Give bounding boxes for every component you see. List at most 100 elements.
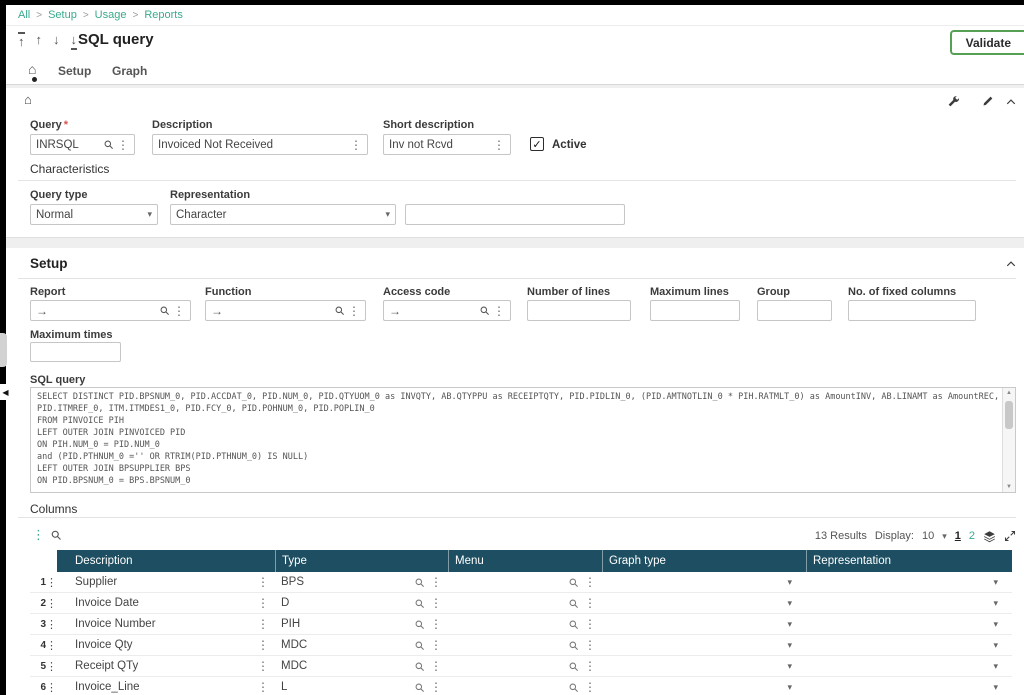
display-value[interactable]: 10 <box>922 530 934 542</box>
description-cell[interactable]: Invoice Qty <box>75 639 133 651</box>
header-description[interactable]: Description <box>57 550 275 572</box>
active-checkbox[interactable]: ✓ <box>530 137 544 151</box>
cell-menu-icon[interactable]: ⋮ <box>430 597 442 609</box>
cell-menu-icon[interactable]: ⋮ <box>584 597 596 609</box>
cell-menu-icon[interactable]: ⋮ <box>430 639 442 651</box>
edit-pencil-icon[interactable] <box>982 95 994 107</box>
layers-icon[interactable] <box>983 530 996 543</box>
expand-table-icon[interactable] <box>1004 530 1016 542</box>
short-description-menu-icon[interactable]: ⋮ <box>493 139 505 151</box>
cell-menu-icon[interactable]: ⋮ <box>257 576 269 588</box>
row-menu-icon[interactable]: ⋮ <box>46 597 57 610</box>
short-description-field[interactable]: Inv not Rcvd ⋮ <box>383 134 511 155</box>
chevron-down-icon[interactable]: ▾ <box>385 209 390 220</box>
type-lookup-icon[interactable] <box>414 577 425 588</box>
type-cell[interactable]: D <box>281 597 289 609</box>
table-row[interactable]: 3 ⋮ Invoice Number⋮ PIH⋮ ⋮ ▾ ▾ <box>30 614 1012 635</box>
row-menu-icon[interactable]: ⋮ <box>46 639 57 652</box>
representation-caret-icon[interactable]: ▾ <box>993 682 998 693</box>
cell-menu-icon[interactable]: ⋮ <box>257 618 269 630</box>
collapse-setup-icon[interactable] <box>1005 258 1017 270</box>
collapse-panel-button[interactable]: ◀ <box>0 384 11 400</box>
representation-caret-icon[interactable]: ▾ <box>993 640 998 651</box>
section-home-icon[interactable]: ⌂ <box>24 92 32 107</box>
type-cell[interactable]: MDC <box>281 639 307 651</box>
cell-menu-icon[interactable]: ⋮ <box>430 576 442 588</box>
menu-lookup-icon[interactable] <box>568 577 579 588</box>
cell-menu-icon[interactable]: ⋮ <box>430 660 442 672</box>
cell-menu-icon[interactable]: ⋮ <box>430 618 442 630</box>
breadcrumb-reports[interactable]: Reports <box>144 9 183 21</box>
access-code-field[interactable]: → ⋮ <box>383 300 511 321</box>
cell-menu-icon[interactable]: ⋮ <box>584 681 596 693</box>
row-menu-icon[interactable]: ⋮ <box>46 681 57 694</box>
page-1-link[interactable]: 1 <box>955 530 961 542</box>
access-code-menu-icon[interactable]: ⋮ <box>493 305 505 317</box>
representation-caret-icon[interactable]: ▾ <box>993 577 998 588</box>
access-code-lookup-icon[interactable] <box>479 305 490 316</box>
description-cell[interactable]: Supplier <box>75 576 117 588</box>
sql-scrollbar[interactable]: ▲ ▼ <box>1002 388 1015 492</box>
graph-type-caret-icon[interactable]: ▾ <box>787 640 792 651</box>
representation-select[interactable]: Character ▾ <box>170 204 396 225</box>
function-field[interactable]: → ⋮ <box>205 300 366 321</box>
graph-type-caret-icon[interactable]: ▾ <box>787 619 792 630</box>
description-cell[interactable]: Receipt QTy <box>75 660 138 672</box>
scrollbar-thumb[interactable] <box>1005 401 1013 429</box>
representation-extra-field[interactable] <box>405 204 625 225</box>
menu-lookup-icon[interactable] <box>568 640 579 651</box>
query-type-select[interactable]: Normal ▾ <box>30 204 158 225</box>
header-menu[interactable]: Menu <box>448 550 602 572</box>
fixed-columns-field[interactable] <box>848 300 976 321</box>
breadcrumb-all[interactable]: All <box>18 9 30 21</box>
graph-type-caret-icon[interactable]: ▾ <box>787 661 792 672</box>
description-cell[interactable]: Invoice Number <box>75 618 156 630</box>
type-cell[interactable]: L <box>281 681 287 693</box>
type-lookup-icon[interactable] <box>414 682 425 693</box>
table-row[interactable]: 5 ⋮ Receipt QTy⋮ MDC⋮ ⋮ ▾ ▾ <box>30 656 1012 677</box>
cell-menu-icon[interactable]: ⋮ <box>257 597 269 609</box>
tab-graph[interactable]: Graph <box>112 64 147 78</box>
type-cell[interactable]: PIH <box>281 618 300 630</box>
sql-query-editor[interactable]: SELECT DISTINCT PID.BPSNUM_0, PID.ACCDAT… <box>30 387 1016 493</box>
validate-button[interactable]: Validate <box>950 30 1024 55</box>
tab-home-icon[interactable]: ⌂ <box>28 61 36 77</box>
report-menu-icon[interactable]: ⋮ <box>173 305 185 317</box>
number-of-lines-field[interactable] <box>527 300 631 321</box>
cell-menu-icon[interactable]: ⋮ <box>584 618 596 630</box>
breadcrumb-usage[interactable]: Usage <box>95 9 127 21</box>
first-record-icon[interactable]: ↑ <box>18 32 25 50</box>
menu-lookup-icon[interactable] <box>568 682 579 693</box>
table-row[interactable]: 4 ⋮ Invoice Qty⋮ MDC⋮ ⋮ ▾ ▾ <box>30 635 1012 656</box>
description-cell[interactable]: Invoice Date <box>75 597 139 609</box>
type-cell[interactable]: BPS <box>281 576 304 588</box>
scroll-up-icon[interactable]: ▲ <box>1003 390 1015 396</box>
cell-menu-icon[interactable]: ⋮ <box>257 660 269 672</box>
table-row[interactable]: 6 ⋮ Invoice_Line⋮ L⋮ ⋮ ▾ ▾ <box>30 677 1012 695</box>
query-field[interactable]: INRSQL ⋮ <box>30 134 135 155</box>
cell-menu-icon[interactable]: ⋮ <box>430 681 442 693</box>
type-cell[interactable]: MDC <box>281 660 307 672</box>
sidebar-handle[interactable] <box>0 333 7 367</box>
scroll-down-icon[interactable]: ▼ <box>1003 484 1015 490</box>
menu-lookup-icon[interactable] <box>568 661 579 672</box>
menu-lookup-icon[interactable] <box>568 598 579 609</box>
jump-arrow-icon[interactable]: → <box>36 305 48 317</box>
next-record-icon[interactable]: ↓ <box>53 32 60 50</box>
sql-query-text[interactable]: SELECT DISTINCT PID.BPSNUM_0, PID.ACCDAT… <box>31 388 1002 492</box>
representation-caret-icon[interactable]: ▾ <box>993 661 998 672</box>
type-lookup-icon[interactable] <box>414 640 425 651</box>
last-record-icon[interactable]: ↓ <box>71 32 78 50</box>
table-actions-kebab-icon[interactable]: ⋮ <box>32 528 45 541</box>
table-row[interactable]: 2 ⋮ Invoice Date⋮ D⋮ ⋮ ▾ ▾ <box>30 593 1012 614</box>
type-lookup-icon[interactable] <box>414 619 425 630</box>
graph-type-caret-icon[interactable]: ▾ <box>787 598 792 609</box>
description-menu-icon[interactable]: ⋮ <box>350 139 362 151</box>
graph-type-caret-icon[interactable]: ▾ <box>787 682 792 693</box>
chevron-down-icon[interactable]: ▾ <box>147 209 152 220</box>
cell-menu-icon[interactable]: ⋮ <box>584 660 596 672</box>
page-2-link[interactable]: 2 <box>969 530 975 542</box>
cell-menu-icon[interactable]: ⋮ <box>584 576 596 588</box>
graph-type-caret-icon[interactable]: ▾ <box>787 577 792 588</box>
function-menu-icon[interactable]: ⋮ <box>348 305 360 317</box>
